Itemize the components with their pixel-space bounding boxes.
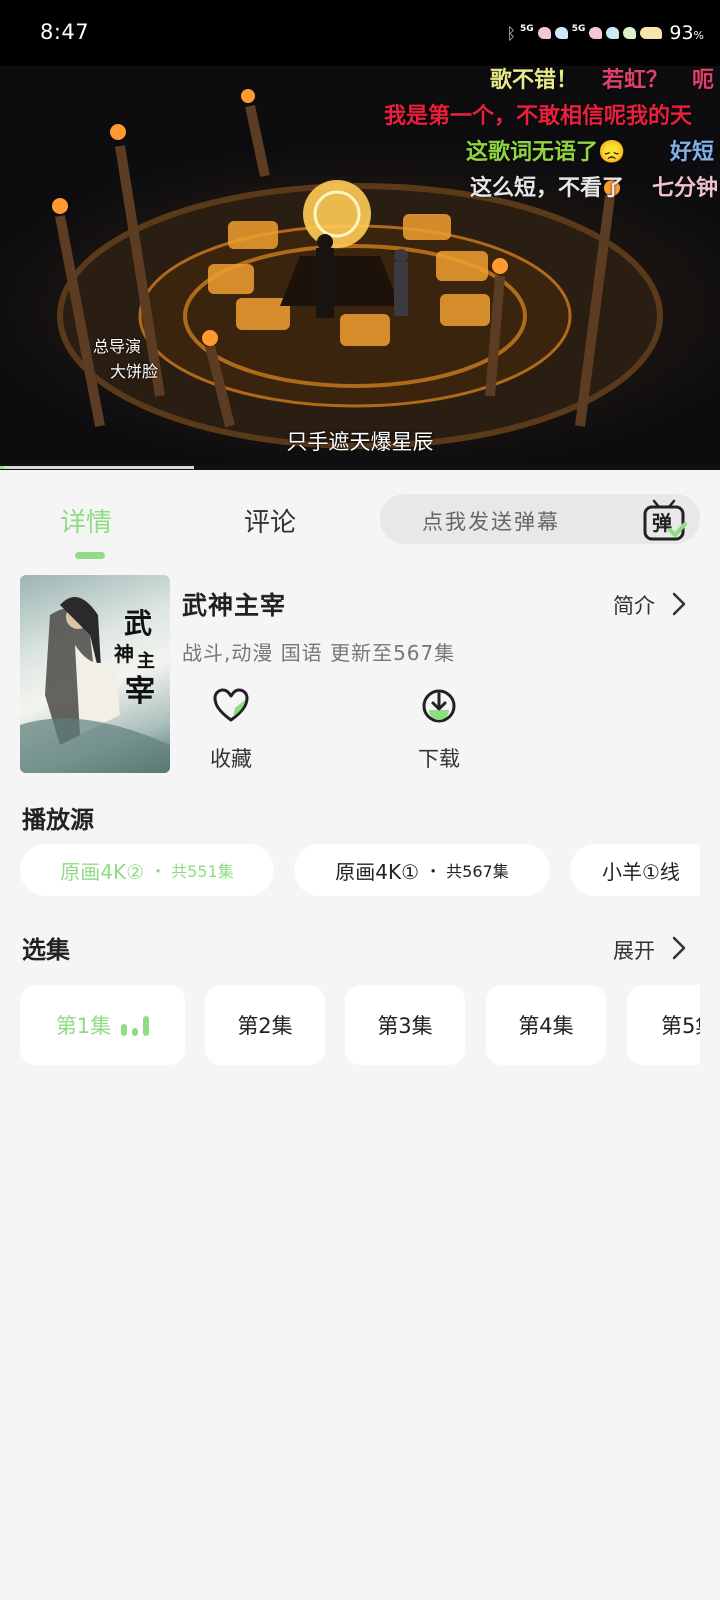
heart-sticker-icon (554, 27, 568, 39)
heart-sticker-icon (537, 27, 551, 39)
source-list: 原画4K② ・ 共551集 原画4K① ・ 共567集 小羊①线 (20, 844, 700, 896)
danmaku-comment: 这么短，不看了 (470, 175, 625, 201)
danmaku-send-input[interactable]: 点我发送弹幕 弹 (380, 494, 700, 544)
poster-title-char: 武 (124, 607, 152, 640)
episode-label: 第2集 (237, 1014, 293, 1038)
progress-bar[interactable] (0, 464, 720, 470)
poster-title-char: 宰 (125, 674, 155, 709)
credit-role: 总导演 (93, 337, 142, 356)
episode-label: 第4集 (518, 1014, 574, 1038)
status-time: 8:47 (40, 20, 90, 44)
status-icons: ᛒ 5G 5G 93% (506, 18, 704, 48)
battery-level: 93% (669, 22, 704, 44)
source-option[interactable]: 小羊①线 (570, 844, 700, 896)
video-player[interactable]: 歌不错！ 若虹？ 呃 我是第一个，不敢相信呢我的天 这歌词无语了😞 好短 这么短… (0, 66, 720, 470)
episode-card[interactable]: 第4集 (486, 985, 606, 1065)
danmaku-comment: 若虹？ (602, 67, 669, 93)
heart-sticker-icon (640, 27, 663, 39)
poster-title-char: 神 (114, 642, 134, 666)
source-count: ・ 共551集 (150, 862, 234, 881)
source-name: 原画4K② (60, 859, 145, 884)
danmaku-comment: 歌不错！ (490, 67, 579, 93)
source-name: 原画4K① (335, 859, 420, 884)
download-label[interactable]: 下载 (418, 743, 460, 773)
source-option[interactable]: 原画4K② ・ 共551集 (20, 844, 274, 896)
favorite-label[interactable]: 收藏 (210, 743, 252, 773)
tab-comments[interactable]: 评论 (244, 502, 296, 539)
episode-card[interactable]: 第3集 (345, 985, 465, 1065)
poster-art: 武 神 主 宰 (20, 597, 170, 773)
progress-fill (0, 466, 4, 469)
chevron-right-icon[interactable] (672, 936, 686, 960)
show-title: 武神主宰 (182, 591, 287, 620)
episode-card[interactable]: 第2集 (205, 985, 325, 1065)
signal-label-2: 5G (571, 23, 586, 34)
download-icon[interactable] (421, 688, 457, 724)
episode-label: 第1集 (55, 1014, 112, 1038)
tab-active-indicator (75, 552, 105, 559)
favorite-heart-icon[interactable] (213, 688, 249, 724)
signal-label-1: 5G (520, 23, 534, 34)
sources-title: 播放源 (22, 806, 94, 834)
episode-label: 第3集 (377, 1014, 433, 1038)
danmaku-toggle-icon[interactable]: 弹 (642, 498, 688, 542)
danmaku-comment: 这歌词无语了😞 (466, 139, 626, 165)
now-playing-icon (121, 1014, 150, 1036)
episode-card[interactable]: 第1集 (20, 985, 185, 1065)
source-name: 小羊①线 (602, 859, 680, 884)
heart-sticker-icon (606, 27, 620, 39)
video-subtitle: 只手遮天爆星辰 (286, 430, 434, 454)
heart-sticker-icon (589, 27, 603, 39)
expand-link[interactable]: 展开 (613, 935, 655, 965)
status-bar: 8:47 ᛒ 5G 5G 93% (0, 0, 720, 66)
episode-list: 第1集 第2集 第3集 第4集 第5集 (20, 985, 700, 1065)
episode-card[interactable]: 第5集 (627, 985, 700, 1065)
chevron-right-icon[interactable] (672, 592, 686, 616)
credit-name: 大饼脸 (110, 362, 159, 381)
show-poster[interactable]: 武 神 主 宰 (20, 575, 170, 773)
source-option[interactable]: 原画4K① ・ 共567集 (294, 844, 550, 896)
danmaku-input-placeholder: 点我发送弹幕 (422, 510, 560, 534)
heart-sticker-icon (623, 27, 637, 39)
danmaku-comment: 好短 (670, 139, 715, 165)
danmaku-comment: 七分钟 (652, 175, 719, 201)
episode-label: 第5集 (661, 1014, 700, 1038)
show-meta: 战斗,动漫 国语 更新至567集 (182, 641, 456, 665)
danmaku-comment: 呃 (692, 67, 715, 93)
bluetooth-icon: ᛒ (506, 23, 517, 43)
intro-link[interactable]: 简介 (613, 590, 655, 620)
episodes-title: 选集 (22, 936, 70, 964)
source-count: ・ 共567集 (425, 862, 509, 881)
tab-details[interactable]: 详情 (60, 502, 112, 539)
poster-title-char: 主 (137, 650, 155, 672)
danmaku-comment: 我是第一个，不敢相信呢我的天 (384, 103, 693, 129)
buffer-fill (0, 466, 195, 469)
